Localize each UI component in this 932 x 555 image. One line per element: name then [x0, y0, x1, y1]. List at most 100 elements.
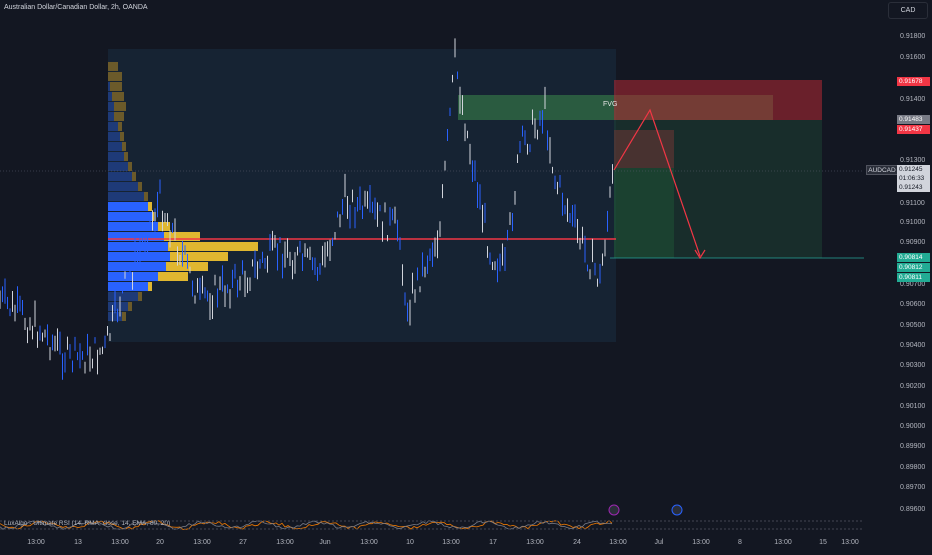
- volume-bar-bear: [120, 132, 124, 141]
- volume-bar-bull: [108, 252, 170, 261]
- time-label: 20: [156, 539, 164, 546]
- tag-last-price: 0.91245: [897, 165, 930, 174]
- time-label: 10: [406, 539, 414, 546]
- time-label: 13:00: [841, 539, 859, 546]
- volume-bar-bear: [108, 62, 118, 71]
- volume-bar-bear: [158, 272, 188, 281]
- time-label: 27: [239, 539, 247, 546]
- symbol-title[interactable]: Australian Dollar/Canadian Dollar, 2h, O…: [4, 4, 148, 11]
- price-tick: 0.90900: [900, 239, 926, 246]
- target-zone-small[interactable]: [614, 168, 674, 258]
- volume-bar-bull: [108, 282, 148, 291]
- price-tick: 0.89600: [900, 506, 926, 513]
- tag-tp2: 0.90812: [897, 263, 930, 272]
- price-axis[interactable]: CAD 0.91800 0.91600 0.91400 0.91300 0.91100 0…: [864, 0, 932, 550]
- volume-bar-bull: [108, 192, 144, 201]
- tag-fvg-top: 0.91483: [897, 115, 930, 124]
- volume-bar-bear: [114, 112, 124, 121]
- range-box[interactable]: [108, 49, 616, 342]
- volume-bar-bear: [112, 92, 124, 101]
- event-icon-1[interactable]: [608, 504, 620, 516]
- indicator-label[interactable]: LuxAlgo - Ultimate RSI (14, RMA, close, …: [4, 520, 170, 527]
- price-tick: 0.91300: [900, 157, 926, 164]
- volume-bar-bull: [108, 112, 114, 121]
- volume-bar-bull: [108, 162, 128, 171]
- time-label: 13: [74, 539, 82, 546]
- currency-button[interactable]: CAD: [888, 2, 928, 19]
- volume-bar-bear: [110, 82, 122, 91]
- volume-bar-bear: [138, 292, 142, 301]
- volume-bar-bear: [158, 222, 170, 231]
- time-label: 13:00: [526, 539, 544, 546]
- price-tick: 0.89800: [900, 464, 926, 471]
- tag-target-high: 0.91678: [897, 77, 930, 86]
- time-label: 24: [573, 539, 581, 546]
- price-tick: 0.91600: [900, 54, 926, 61]
- time-label: 13:00: [774, 539, 792, 546]
- price-tick: 0.89900: [900, 443, 926, 450]
- volume-bar-bear: [122, 142, 126, 151]
- tag-fvg-bottom: 0.91437: [897, 125, 930, 134]
- volume-bar-bear: [124, 152, 128, 161]
- stop-zone-large[interactable]: [614, 80, 822, 120]
- time-label: 13:00: [193, 539, 211, 546]
- time-label: 13:00: [360, 539, 378, 546]
- time-label: 13:00: [276, 539, 294, 546]
- price-tick: 0.89700: [900, 484, 926, 491]
- time-label: 13:00: [111, 539, 129, 546]
- volume-bar-bear: [168, 242, 258, 251]
- volume-bar-bear: [118, 122, 122, 131]
- time-label: 15: [819, 539, 827, 546]
- time-label: 13:00: [692, 539, 710, 546]
- volume-bar-bear: [114, 102, 126, 111]
- price-tick: 0.90600: [900, 301, 926, 308]
- volume-bar-bull: [108, 102, 114, 111]
- price-tick: 0.91400: [900, 96, 926, 103]
- volume-bar-bear: [148, 282, 152, 291]
- volume-bar-bear: [148, 202, 152, 211]
- volume-bar-bear: [170, 252, 228, 261]
- volume-bar-bear: [128, 302, 132, 311]
- tag-countdown: 01:06:33: [897, 174, 930, 183]
- volume-bar-bear: [132, 172, 136, 181]
- price-tick: 0.91800: [900, 33, 926, 40]
- price-tick: 0.90300: [900, 362, 926, 369]
- tag-prev-price: 0.91243: [897, 183, 930, 192]
- price-tick: 0.90200: [900, 383, 926, 390]
- volume-bar-bear: [128, 162, 132, 171]
- volume-bar-bull: [108, 182, 138, 191]
- price-tick: 0.90100: [900, 403, 926, 410]
- tag-tp3: 0.90811: [897, 273, 930, 282]
- time-label: 13:00: [27, 539, 45, 546]
- volume-bar-bull: [108, 152, 124, 161]
- chart-area[interactable]: Australian Dollar/Canadian Dollar, 2h, O…: [0, 0, 864, 550]
- volume-bar-bear: [108, 72, 122, 81]
- symbol-tag: AUDCAD: [866, 165, 898, 175]
- volume-bar-bull: [108, 132, 120, 141]
- time-label: 13:00: [442, 539, 460, 546]
- time-label: Jul: [654, 539, 664, 546]
- volume-bar-bull: [108, 142, 122, 151]
- price-tick: 0.91000: [900, 219, 926, 226]
- volume-bar-bear: [122, 312, 126, 321]
- price-tick: 0.91100: [900, 200, 925, 207]
- time-label: 17: [489, 539, 497, 546]
- event-icon-2[interactable]: [671, 504, 683, 516]
- volume-bar-bull: [108, 82, 110, 91]
- volume-bar-bull: [108, 92, 112, 101]
- tag-tp1: 0.90814: [897, 253, 930, 262]
- volume-bar-bull: [108, 212, 152, 221]
- price-chart[interactable]: [0, 0, 864, 550]
- time-label: Jun: [319, 539, 331, 546]
- volume-bar-bear: [138, 182, 142, 191]
- price-tick: 0.90500: [900, 322, 926, 329]
- time-label: 13:00: [609, 539, 627, 546]
- price-tick: 0.90000: [900, 423, 926, 430]
- price-tick: 0.90700: [900, 281, 926, 288]
- volume-bar-bull: [108, 202, 148, 211]
- price-tick: 0.90400: [900, 342, 926, 349]
- time-axis[interactable]: 13:00 13 13:00 20 13:00 27 13:00 Jun 13:00 10 13:0…: [0, 536, 864, 550]
- volume-bar-bull: [108, 122, 118, 131]
- volume-bar-bull: [108, 172, 132, 181]
- time-label: 8: [738, 539, 742, 546]
